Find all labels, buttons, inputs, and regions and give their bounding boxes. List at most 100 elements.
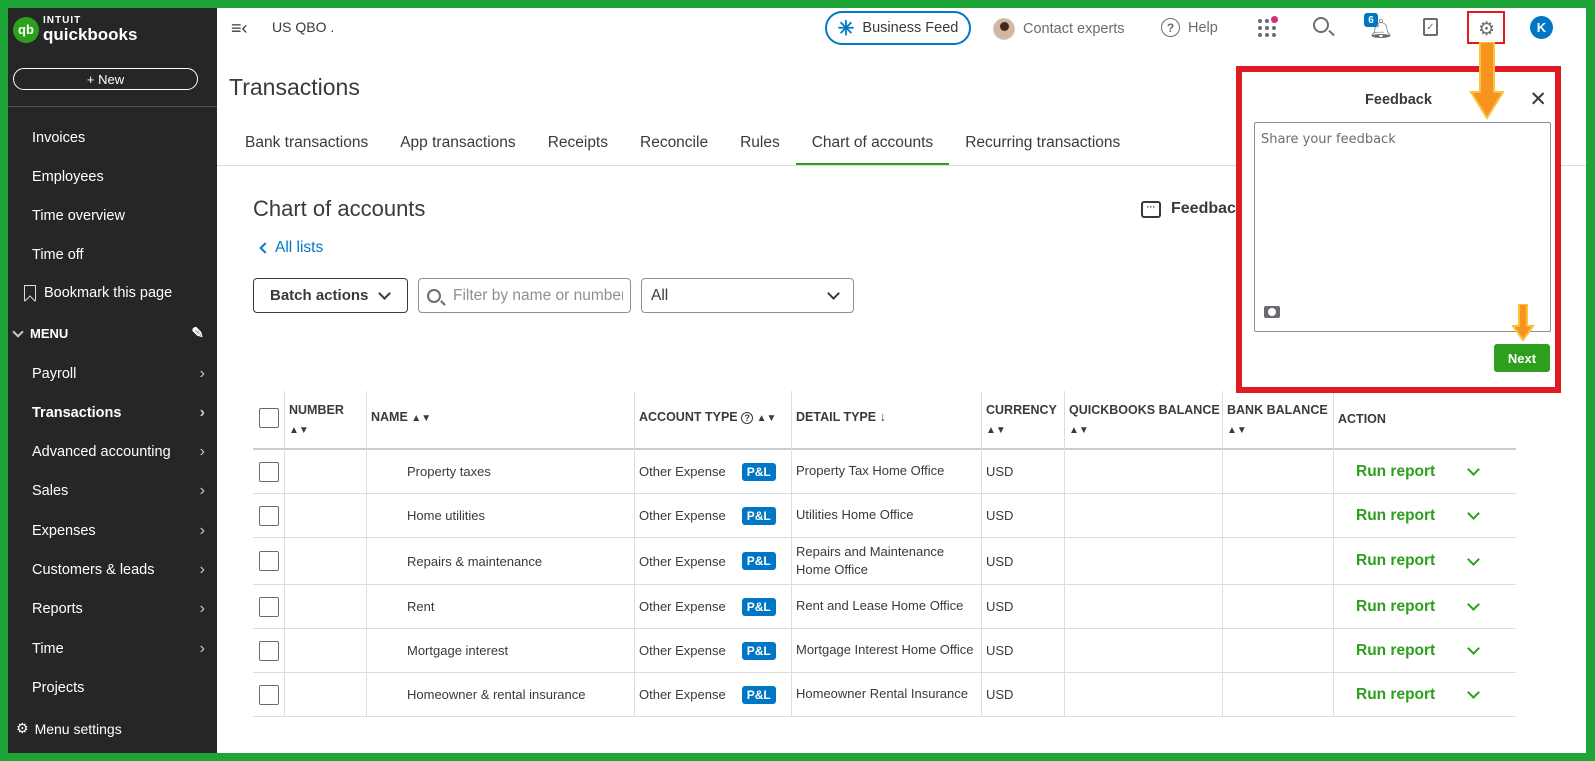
filter-input[interactable]	[453, 286, 623, 305]
action-cell: Run report	[1334, 450, 1516, 493]
sidebar-item-expenses[interactable]: Expenses ›	[32, 521, 207, 541]
pencil-edit-icon[interactable]: ✎	[191, 324, 204, 342]
sidebar-item-advanced-accounting[interactable]: Advanced accounting ›	[32, 442, 207, 462]
contact-experts-label: Contact experts	[1023, 21, 1125, 37]
business-feed-button[interactable]: ✳ Business Feed	[825, 11, 971, 45]
account-name[interactable]: Homeowner & rental insurance	[407, 687, 585, 702]
run-report-link[interactable]: Run report	[1356, 552, 1435, 570]
sidebar-item-projects[interactable]: Projects	[32, 678, 207, 698]
tab-bank-transactions[interactable]: Bank transactions	[229, 132, 384, 166]
sidebar-item-reports[interactable]: Reports ›	[32, 599, 207, 619]
account-name[interactable]: Rent	[407, 599, 434, 614]
row-checkbox[interactable]	[259, 596, 279, 617]
sidebar-item-time[interactable]: Time ›	[32, 639, 207, 659]
detail-type: Property Tax Home Office	[796, 463, 945, 479]
chevron-down-icon[interactable]	[1467, 686, 1481, 699]
sidebar-item-invoices[interactable]: Invoices	[32, 128, 207, 148]
run-report-link[interactable]: Run report	[1356, 598, 1435, 616]
row-checkbox[interactable]	[259, 640, 279, 661]
row-checkbox[interactable]	[259, 505, 279, 526]
account-type-select[interactable]: All	[641, 278, 854, 313]
table-row[interactable]: Rent Other Expense P&L Rent and Lease Home …	[253, 585, 1516, 629]
new-button[interactable]: + New	[13, 68, 198, 90]
gear-icon[interactable]: ⚙	[1478, 18, 1495, 41]
account-type: Other Expense	[639, 687, 726, 702]
contact-experts-button[interactable]: Contact experts	[993, 18, 1125, 40]
column-header-currency[interactable]: CURRENCY ▲▼	[982, 391, 1065, 450]
column-header-detail-type[interactable]: DETAIL TYPE ↓	[792, 391, 982, 450]
sidebar-item-payroll[interactable]: Payroll ›	[32, 364, 207, 384]
pl-badge: P&L	[741, 685, 776, 704]
run-report-link[interactable]: Run report	[1356, 507, 1435, 525]
help-button[interactable]: ? Help	[1161, 18, 1218, 37]
bank-balance-cell	[1223, 629, 1334, 672]
quickbooks-logo[interactable]: qb INTUIT quickbooks	[13, 16, 137, 43]
sidebar-item-sales[interactable]: Sales ›	[32, 481, 207, 501]
table-row[interactable]: Mortgage interest Other Expense P&L Mortgag…	[253, 629, 1516, 673]
chevron-down-icon[interactable]	[1467, 642, 1481, 655]
batch-actions-dropdown[interactable]: Batch actions	[253, 278, 408, 313]
chevron-down-icon[interactable]	[1467, 463, 1481, 476]
table-header: NUMBER ▲▼ NAME ▲▼ ACCOUNT TYPE ? ▲▼ DETAI…	[253, 391, 1516, 450]
run-report-link[interactable]: Run report	[1356, 642, 1435, 660]
table-row[interactable]: Homeowner & rental insurance Other Expens…	[253, 673, 1516, 717]
column-header-bank-balance[interactable]: BANK BALANCE ▲▼	[1223, 391, 1334, 450]
row-checkbox[interactable]	[259, 461, 279, 482]
checkbox-cell	[253, 673, 285, 716]
chevron-right-icon: ›	[199, 640, 205, 657]
chevron-down-icon[interactable]	[1467, 552, 1481, 566]
bookmark-page[interactable]: Bookmark this page	[24, 285, 172, 301]
table-row[interactable]: Property taxes Other Expense P&L Property T…	[253, 450, 1516, 494]
table-row[interactable]: Repairs & maintenance Other Expense P&L Rep…	[253, 538, 1516, 585]
hamburger-menu-icon[interactable]: ≡‹	[231, 18, 248, 39]
name-cell: Home utilities	[367, 494, 635, 537]
table-row[interactable]: Home utilities Other Expense P&L Utilities …	[253, 494, 1516, 538]
tab-chart-of-accounts[interactable]: Chart of accounts	[795, 132, 950, 166]
account-name[interactable]: Repairs & maintenance	[407, 554, 542, 569]
feedback-textarea[interactable]	[1254, 122, 1551, 332]
search-icon	[427, 288, 441, 303]
next-button[interactable]: Next	[1494, 344, 1550, 372]
menu-header[interactable]: MENU ✎	[12, 324, 204, 342]
tasks-clipboard-icon[interactable]: ✓	[1423, 18, 1438, 36]
currency-cell: USD	[982, 673, 1065, 716]
tab-reconcile[interactable]: Reconcile	[624, 132, 724, 166]
sidebar-item-transactions[interactable]: Transactions ›	[32, 403, 207, 423]
menu-settings[interactable]: ⚙ Menu settings	[16, 720, 122, 737]
run-report-link[interactable]: Run report	[1356, 686, 1435, 704]
sidebar-item-employees[interactable]: Employees	[32, 167, 207, 187]
quickbooks-balance-cell	[1065, 673, 1223, 716]
sidebar-item-customers-leads[interactable]: Customers & leads ›	[32, 560, 207, 580]
account-name[interactable]: Mortgage interest	[407, 643, 508, 658]
row-checkbox[interactable]	[259, 684, 279, 705]
sort-icon: ▲▼	[756, 413, 777, 424]
tab-recurring-transactions[interactable]: Recurring transactions	[949, 132, 1136, 166]
filter-search-field[interactable]	[418, 278, 631, 313]
column-header-account-type[interactable]: ACCOUNT TYPE ? ▲▼	[635, 391, 792, 450]
chevron-down-icon[interactable]	[1467, 598, 1481, 611]
account-name[interactable]: Property taxes	[407, 464, 491, 479]
sidebar-item-time-overview[interactable]: Time overview	[32, 206, 207, 226]
page-title: Transactions	[229, 74, 360, 100]
company-name[interactable]: US QBO .	[272, 19, 334, 35]
search-icon[interactable]	[1313, 17, 1329, 33]
chevron-down-icon[interactable]	[1467, 507, 1481, 520]
tab-app-transactions[interactable]: App transactions	[384, 132, 531, 166]
account-name[interactable]: Home utilities	[407, 508, 485, 523]
user-avatar[interactable]: K	[1530, 16, 1553, 39]
column-header-quickbooks-balance[interactable]: QUICKBOOKS BALANCE ▲▼	[1065, 391, 1223, 450]
all-lists-link[interactable]: All lists	[259, 239, 323, 257]
close-icon[interactable]: ✕	[1529, 87, 1547, 112]
sidebar-item-label: Expenses	[32, 523, 96, 539]
sidebar-item-time-off[interactable]: Time off	[32, 245, 207, 265]
detail-type: Mortgage Interest Home Office	[796, 642, 974, 658]
row-checkbox[interactable]	[259, 551, 279, 571]
camera-icon[interactable]	[1264, 306, 1280, 318]
tab-rules[interactable]: Rules	[724, 132, 796, 166]
column-header-number[interactable]: NUMBER ▲▼	[285, 391, 367, 450]
feedback-link[interactable]: ··· Feedbac	[1141, 200, 1236, 218]
select-all-checkbox[interactable]	[259, 408, 279, 428]
tab-receipts[interactable]: Receipts	[532, 132, 624, 166]
column-header-name[interactable]: NAME ▲▼	[367, 391, 635, 450]
run-report-link[interactable]: Run report	[1356, 463, 1435, 481]
